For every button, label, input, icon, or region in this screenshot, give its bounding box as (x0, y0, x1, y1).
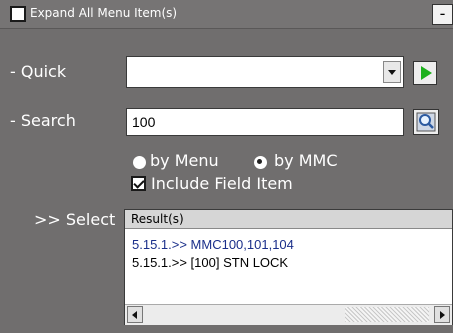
scroll-right-icon[interactable] (434, 306, 450, 323)
quick-label: - Quick (10, 62, 67, 81)
search-button[interactable] (413, 109, 439, 135)
search-input[interactable] (126, 108, 404, 136)
select-label: >> Select (34, 210, 116, 229)
results-header-label: Result(s) (131, 212, 184, 226)
scrollbar-track[interactable] (345, 307, 429, 322)
expand-all-label: Expand All Menu Item(s) (30, 6, 178, 20)
collapse-button[interactable]: - (432, 4, 453, 25)
play-icon (421, 66, 432, 80)
by-mmc-radio[interactable] (254, 156, 267, 169)
by-mmc-label: by MMC (274, 151, 338, 170)
result-item[interactable]: 5.15.1.>> [100] STN LOCK (132, 255, 288, 270)
results-list[interactable]: Result(s) 5.15.1.>> MMC100,101,104 5.15.… (124, 209, 453, 325)
results-header: Result(s) (125, 210, 452, 229)
horizontal-scrollbar[interactable] (125, 304, 452, 325)
expand-all-checkbox[interactable] (10, 6, 26, 22)
include-field-checkbox[interactable] (131, 176, 146, 191)
result-item[interactable]: 5.15.1.>> MMC100,101,104 (132, 237, 294, 252)
scroll-left-icon[interactable] (127, 306, 143, 323)
quick-go-button[interactable] (413, 61, 437, 85)
by-menu-radio[interactable] (133, 156, 146, 169)
search-label: - Search (10, 111, 76, 130)
panel-header: Expand All Menu Item(s) - (0, 0, 453, 29)
include-field-label: Include Field Item (151, 174, 293, 193)
chevron-down-icon[interactable] (383, 61, 401, 83)
quick-select[interactable] (126, 56, 404, 88)
by-menu-label: by Menu (150, 151, 219, 170)
magnifier-icon (416, 112, 436, 132)
